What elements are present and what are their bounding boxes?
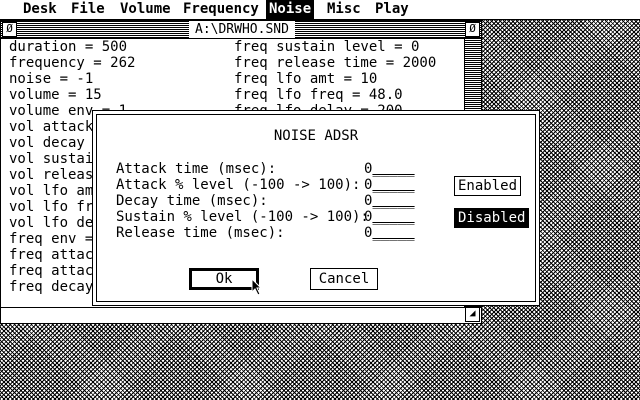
close-box-icon[interactable]: Ø [2,22,17,37]
dialog-content: NOISE ADSR Attack time (msec): 0_____ At… [92,0,540,400]
left-line: vol lfo amt [9,183,102,199]
attack-level-field[interactable]: 0_____ [364,177,415,193]
release-time-label: Release time (msec): [116,225,285,241]
left-line: vol release [9,167,102,183]
release-time-field[interactable]: 0_____ [364,225,415,241]
left-line: freq attack [9,263,102,279]
left-line: vol decay t [9,135,102,151]
disabled-button[interactable]: Disabled [454,208,530,228]
attack-time-label: Attack time (msec): [116,161,277,177]
decay-time-label: Decay time (msec): [116,193,268,209]
dialog-title: NOISE ADSR [273,128,359,144]
left-line: freq decay [9,279,94,295]
ok-button[interactable]: Ok [189,268,259,290]
mouse-pointer-icon [251,278,263,296]
sustain-level-label: Sustain % level (-100 -> 100): [116,209,369,225]
attack-level-label: Attack % level (-100 -> 100): [116,177,361,193]
enabled-button[interactable]: Enabled [454,176,522,196]
menu-desk[interactable]: Desk [20,0,60,19]
left-line: vol sustain [9,151,102,167]
left-line: vol attack [9,119,94,135]
attack-time-field[interactable]: 0_____ [364,161,415,177]
left-line: noise = -1 [9,71,94,87]
sustain-level-field[interactable]: 0_____ [364,209,415,225]
left-line: vol lfo del [9,215,102,231]
left-line: freq attack [9,247,102,263]
left-line: vol lfo fre [9,199,102,215]
left-line: volume = 15 [9,87,102,103]
left-line: freq env = [9,231,94,247]
decay-time-field[interactable]: 0_____ [364,193,415,209]
cancel-button[interactable]: Cancel [310,268,378,290]
